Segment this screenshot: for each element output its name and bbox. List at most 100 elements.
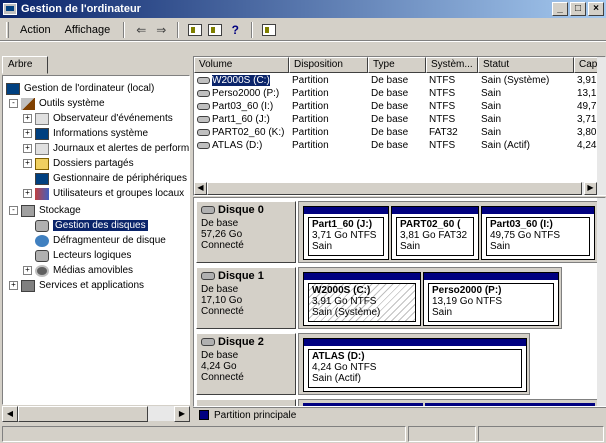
volume-row[interactable]: PART02_60 (K:) Partition De base FAT32 Sain 3… <box>194 127 605 140</box>
title-bar[interactable]: Gestion de l'ordinateur _ □ × <box>0 0 606 18</box>
expand-toggle[interactable]: + <box>23 144 32 153</box>
scroll-left-icon[interactable]: ◀ <box>194 182 207 195</box>
tree-item-removable-media[interactable]: + Médias amovibles <box>23 263 133 278</box>
menu-action[interactable]: Action <box>13 24 58 36</box>
cell-type: De base <box>371 127 409 138</box>
expand-toggle[interactable]: + <box>9 281 18 290</box>
tree-item-event-viewer[interactable]: + Observateur d'événements <box>23 111 173 126</box>
partition-w2000s[interactable]: W2000S (C:) 3,91 Go NTFS Sain (Système) <box>303 272 421 326</box>
tree-item-logical-drives[interactable]: Lecteurs logiques <box>35 248 131 263</box>
map-vertical-scrollbar[interactable] <box>597 198 606 406</box>
tree-item-device-manager[interactable]: Gestionnaire de périphériques <box>35 171 187 186</box>
disk-3-label-partial[interactable] <box>196 399 296 406</box>
help-icon[interactable]: ? <box>225 21 245 39</box>
tree-item-label: Outils système <box>39 98 105 109</box>
toolbar-separator <box>251 21 254 38</box>
expand-toggle[interactable]: + <box>23 129 32 138</box>
cell-volume: ATLAS (D:) <box>197 140 289 153</box>
column-header-status[interactable]: Statut <box>478 57 574 73</box>
cell-type: De base <box>371 114 409 125</box>
tree-item-storage[interactable]: - Stockage <box>9 203 81 218</box>
arrow-right-icon[interactable]: ⇒ <box>151 21 171 39</box>
partition-part02-60[interactable]: PART02_60 ( 3,81 Go FAT32 Sain <box>391 206 479 260</box>
console-tree: Gestion de l'ordinateur (local) - Outils… <box>2 75 190 405</box>
scroll-right-icon[interactable]: ▶ <box>584 182 597 195</box>
partition-size: 3,71 Go NTFS <box>312 230 377 241</box>
arrow-left-icon[interactable]: ⇐ <box>131 21 151 39</box>
volume-row[interactable]: ATLAS (D:) Partition De base NTFS Sain (Acti… <box>194 140 605 153</box>
disk-state: Connecté <box>201 240 244 251</box>
partition-name: W2000S (C:) <box>312 285 371 296</box>
partition-name: Perso2000 (P:) <box>432 285 502 296</box>
cell-filesystem: NTFS <box>429 140 456 151</box>
cell-type: De base <box>371 101 409 112</box>
partition-perso2000[interactable]: Perso2000 (P:) 13,19 Go NTFS Sain <box>423 272 559 326</box>
toolbar-grip[interactable] <box>6 21 9 38</box>
disk-icon <box>35 219 49 232</box>
volume-row[interactable]: Part1_60 (J:) Partition De base NTFS Sain 3,7… <box>194 114 605 127</box>
tree-item-system-info[interactable]: + Informations système <box>23 126 148 141</box>
disk-2-partitions: ATLAS (D:) 4,24 Go NTFS Sain (Actif) <box>298 333 530 395</box>
partition-part03-60[interactable]: Part03_60 (I:) 49,75 Go NTFS Sain <box>481 206 595 260</box>
tree-item-computer-management[interactable]: Gestion de l'ordinateur (local) <box>6 81 154 96</box>
disk-1-label[interactable]: Disque 1 De base 17,10 Go Connecté <box>196 267 296 329</box>
tree-item-system-tools[interactable]: - Outils système <box>9 96 105 111</box>
primary-partition-bar <box>424 273 558 280</box>
up-level-icon[interactable] <box>185 21 205 39</box>
volume-name: Part1_60 (J:) <box>212 114 270 125</box>
collapse-toggle[interactable]: - <box>9 99 18 108</box>
cell-layout: Partition <box>292 114 329 125</box>
primary-partition-bar <box>392 207 478 214</box>
primary-partition-bar <box>304 273 420 280</box>
partition-status: Sain <box>312 241 333 252</box>
collapse-toggle[interactable]: - <box>9 206 18 215</box>
expand-toggle[interactable]: + <box>23 266 32 275</box>
tree-item-shared-folders[interactable]: + Dossiers partagés <box>23 156 134 171</box>
properties-icon[interactable] <box>259 21 279 39</box>
tree-item-services-apps[interactable]: + Services et applications <box>9 278 144 293</box>
column-header-type[interactable]: Type <box>368 57 426 73</box>
volume-icon <box>197 128 210 136</box>
volume-row[interactable]: Perso2000 (P:) Partition De base NTFS Sain 13… <box>194 88 605 101</box>
expand-toggle[interactable]: + <box>23 114 32 123</box>
tree-item-label: Défragmenteur de disque <box>53 235 166 246</box>
scroll-thumb[interactable] <box>18 406 148 422</box>
tree-item-local-users[interactable]: + Utilisateurs et groupes locaux <box>23 186 184 201</box>
tab-tree[interactable]: Arbre <box>2 56 48 74</box>
column-header-filesystem[interactable]: Systèm... <box>426 57 478 73</box>
status-pane-3 <box>478 426 604 442</box>
tree-item-label: Journaux et alertes de performance <box>53 143 190 154</box>
scroll-right-icon[interactable]: ▶ <box>174 406 190 422</box>
list-vertical-scrollbar[interactable] <box>597 57 606 182</box>
scroll-left-icon[interactable]: ◀ <box>2 406 18 422</box>
show-tree-icon[interactable] <box>205 21 225 39</box>
cell-status: Sain <box>481 88 502 99</box>
partition-part1-60[interactable]: Part1_60 (J:) 3,71 Go NTFS Sain <box>303 206 389 260</box>
volume-row[interactable]: W2000S (C:) Partition De base NTFS Sain (Sys… <box>194 75 605 88</box>
scroll-thumb[interactable] <box>207 182 582 195</box>
device-icon <box>35 172 49 185</box>
disk-0-label[interactable]: Disque 0 De base 57,26 Go Connecté <box>196 201 296 263</box>
partition-size: 4,24 Go NTFS <box>312 362 377 373</box>
expand-toggle[interactable]: + <box>23 159 32 168</box>
disk-3-partitions-partial <box>298 399 598 406</box>
disk-name: Disque 2 <box>218 336 264 348</box>
minimize-button[interactable]: _ <box>552 2 568 16</box>
tree-item-label: Lecteurs logiques <box>53 250 132 261</box>
close-button[interactable]: × <box>588 2 604 16</box>
list-horizontal-scrollbar[interactable]: ◀ ▶ <box>194 182 606 195</box>
tree-item-disk-management[interactable]: Gestion des disques <box>35 218 148 233</box>
volume-row[interactable]: Part03_60 (I:) Partition De base NTFS Sain 49… <box>194 101 605 114</box>
partition-status: Sain <box>490 241 511 252</box>
maximize-button[interactable]: □ <box>570 2 586 16</box>
disk-2-label[interactable]: Disque 2 De base 4,24 Go Connecté <box>196 333 296 395</box>
expand-toggle[interactable]: + <box>23 189 32 198</box>
tree-horizontal-scrollbar[interactable]: ◀ ▶ <box>2 405 190 422</box>
tree-item-defragmenter[interactable]: Défragmenteur de disque <box>35 233 166 248</box>
menu-view[interactable]: Affichage <box>58 24 118 36</box>
tree-item-perf-logs[interactable]: + Journaux et alertes de performance <box>23 141 190 156</box>
column-header-volume[interactable]: Volume <box>194 57 289 73</box>
partition-atlas[interactable]: ATLAS (D:) 4,24 Go NTFS Sain (Actif) <box>303 338 527 392</box>
column-header-layout[interactable]: Disposition <box>289 57 368 73</box>
services-icon <box>21 279 35 292</box>
